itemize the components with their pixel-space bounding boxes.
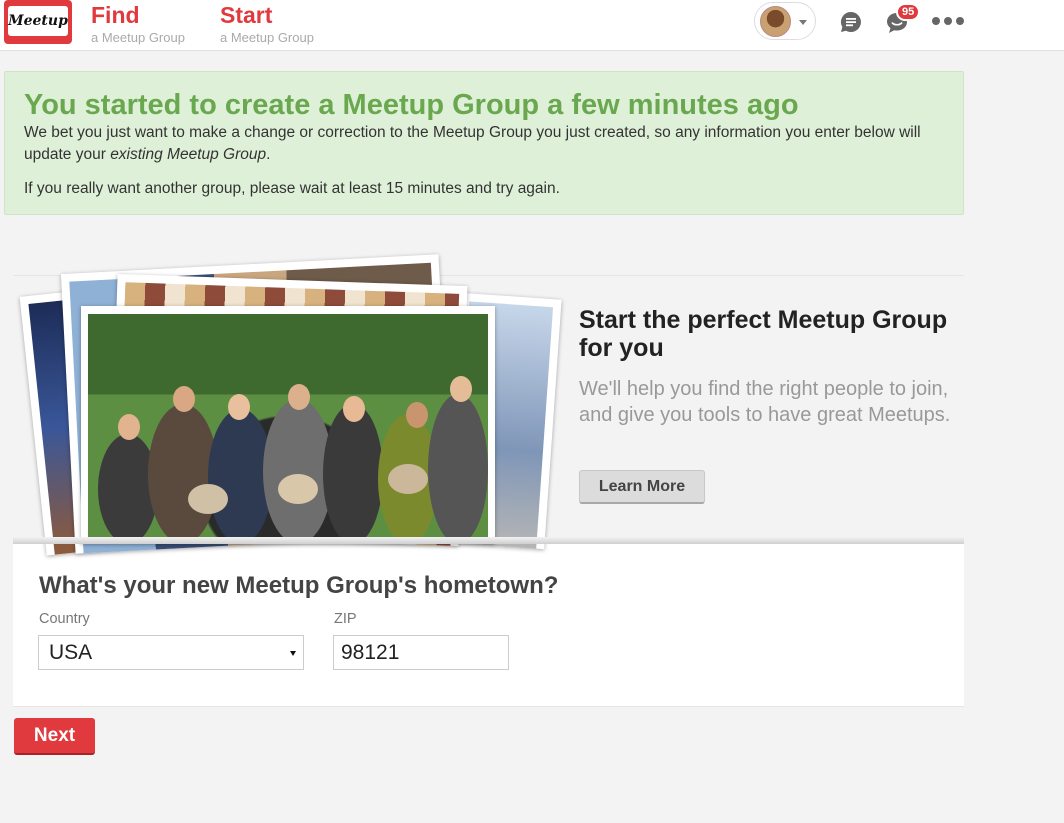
nav-find[interactable]: Find a Meetup Group	[91, 2, 185, 46]
country-select[interactable]: USA	[38, 635, 304, 670]
logo-text: Meetup	[8, 6, 68, 36]
hero-text: Start the perfect Meetup Group for you W…	[579, 306, 959, 428]
more-dot	[932, 17, 940, 25]
more-icon[interactable]	[932, 17, 964, 25]
dropdown-arrow-icon	[290, 651, 296, 656]
nav-find-subtitle: a Meetup Group	[91, 30, 185, 45]
country-value: USA	[49, 640, 93, 664]
notice-title: You started to create a Meetup Group a f…	[24, 89, 799, 121]
top-header: Meetup Find a Meetup Group Start a Meetu…	[0, 0, 1064, 51]
learn-more-button[interactable]: Learn More	[579, 470, 705, 504]
start-group-card: Start the perfect Meetup Group for you W…	[13, 254, 964, 707]
nav-find-title: Find	[91, 2, 140, 28]
nav-start-title: Start	[220, 2, 273, 28]
nav-start[interactable]: Start a Meetup Group	[220, 2, 314, 46]
meetup-logo[interactable]: Meetup	[4, 0, 72, 44]
notification-badge: 95	[896, 3, 921, 21]
more-dot	[956, 17, 964, 25]
existing-group-notice: You started to create a Meetup Group a f…	[4, 71, 964, 215]
notice-line-1: We bet you just want to make a change or…	[24, 122, 944, 166]
next-button[interactable]: Next	[14, 718, 95, 755]
country-label: Country	[39, 611, 90, 627]
chevron-down-icon	[799, 20, 807, 25]
hero-divider	[13, 537, 964, 544]
notice-line-1-emphasis: existing Meetup Group	[110, 146, 267, 163]
notice-line-1-end: .	[266, 146, 271, 163]
more-dot	[944, 17, 952, 25]
hero-description: We'll help you find the right people to …	[579, 378, 951, 426]
zip-label: ZIP	[334, 611, 357, 627]
notice-line-2: If you really want another group, please…	[24, 180, 560, 197]
hero-group-photo	[81, 306, 495, 544]
hometown-heading: What's your new Meetup Group's hometown?	[39, 572, 559, 599]
chat-icon[interactable]	[839, 10, 863, 34]
avatar	[760, 6, 791, 37]
hero-heading: Start the perfect Meetup Group for you	[579, 306, 948, 362]
zip-input[interactable]	[333, 635, 509, 670]
nav-start-subtitle: a Meetup Group	[220, 30, 314, 45]
profile-menu[interactable]	[754, 2, 816, 40]
hero-section: Start the perfect Meetup Group for you W…	[13, 254, 964, 556]
